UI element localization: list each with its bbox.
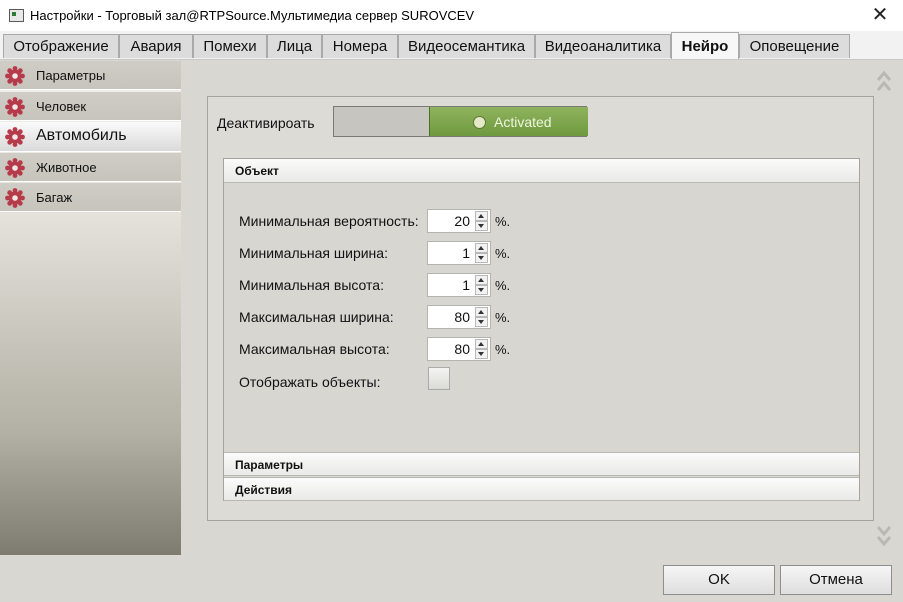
window-icon bbox=[9, 9, 24, 22]
spin-down-icon[interactable] bbox=[475, 285, 488, 295]
spinner-value[interactable]: 1 bbox=[462, 245, 470, 261]
spin-up-icon[interactable] bbox=[475, 243, 488, 253]
unit-label: %. bbox=[495, 214, 511, 229]
scroll-up-icon[interactable] bbox=[877, 68, 891, 96]
max-width-spinner[interactable]: 80 bbox=[427, 305, 491, 329]
max-height-label: Максимальная высота: bbox=[239, 341, 390, 357]
gear-icon bbox=[5, 188, 25, 208]
sidebar-item-animal[interactable]: Животное bbox=[0, 153, 181, 182]
sidebar: Параметры Человек Автомобиль Животное Ба… bbox=[0, 61, 181, 555]
spin-down-icon[interactable] bbox=[475, 349, 488, 359]
tab-alarm[interactable]: Авария bbox=[119, 34, 193, 58]
min-height-label: Минимальная высота: bbox=[239, 277, 384, 293]
sidebar-item-label: Человек bbox=[36, 99, 87, 114]
parameters-group-header[interactable]: Параметры bbox=[224, 452, 859, 476]
deactivate-label: Деактивироать bbox=[217, 115, 315, 131]
show-objects-label: Отображать объекты: bbox=[239, 374, 381, 390]
tab-plates[interactable]: Номера bbox=[322, 34, 398, 58]
spin-up-icon[interactable] bbox=[475, 339, 488, 349]
tab-video-semantics[interactable]: Видеосемантика bbox=[398, 34, 535, 58]
max-height-spinner[interactable]: 80 bbox=[427, 337, 491, 361]
close-button[interactable]: ✕ bbox=[857, 0, 903, 31]
sidebar-item-label: Параметры bbox=[36, 68, 106, 83]
unit-label: %. bbox=[495, 246, 511, 261]
cancel-button[interactable]: Отмена bbox=[780, 565, 892, 595]
activation-toggle[interactable]: Activated bbox=[333, 106, 588, 137]
sidebar-item-label: Багаж bbox=[36, 190, 73, 205]
gear-icon bbox=[5, 66, 25, 86]
tab-neuro[interactable]: Нейро bbox=[671, 32, 739, 59]
spinner-value[interactable]: 80 bbox=[454, 309, 470, 325]
scroll-down-icon[interactable] bbox=[877, 521, 891, 549]
spinner-value[interactable]: 20 bbox=[454, 213, 470, 229]
min-probability-spinner[interactable]: 20 bbox=[427, 209, 491, 233]
toggle-on-segment: Activated bbox=[429, 107, 588, 136]
spin-up-icon[interactable] bbox=[475, 211, 488, 221]
tab-interference[interactable]: Помехи bbox=[193, 34, 267, 58]
actions-group-header[interactable]: Действия bbox=[224, 477, 859, 501]
tab-display[interactable]: Отображение bbox=[3, 34, 119, 58]
status-dot-icon bbox=[473, 116, 486, 129]
min-width-label: Минимальная ширина: bbox=[239, 245, 388, 261]
sidebar-item-car[interactable]: Автомобиль bbox=[0, 122, 181, 152]
gear-icon bbox=[5, 97, 25, 117]
spin-down-icon[interactable] bbox=[475, 221, 488, 231]
window-title: Настройки - Торговый зал@RTPSource.Мульт… bbox=[30, 8, 475, 23]
spin-up-icon[interactable] bbox=[475, 307, 488, 317]
min-width-spinner[interactable]: 1 bbox=[427, 241, 491, 265]
spinner-value[interactable]: 80 bbox=[454, 341, 470, 357]
ok-button[interactable]: OK bbox=[663, 565, 775, 595]
max-width-label: Максимальная ширина: bbox=[239, 309, 394, 325]
object-group: Объект Параметры Действия bbox=[223, 158, 860, 501]
gear-icon bbox=[5, 158, 25, 178]
sidebar-item-label: Автомобиль bbox=[36, 127, 127, 144]
gear-icon bbox=[5, 127, 25, 147]
tab-bar: Отображение Авария Помехи Лица Номера Ви… bbox=[0, 31, 903, 60]
spin-down-icon[interactable] bbox=[475, 253, 488, 263]
spin-up-icon[interactable] bbox=[475, 275, 488, 285]
sidebar-item-luggage[interactable]: Багаж bbox=[0, 183, 181, 212]
tab-video-analytics[interactable]: Видеоаналитика bbox=[535, 34, 671, 58]
title-bar: Настройки - Торговый зал@RTPSource.Мульт… bbox=[0, 0, 903, 31]
tab-notification[interactable]: Оповещение bbox=[739, 34, 850, 58]
unit-label: %. bbox=[495, 310, 511, 325]
spin-down-icon[interactable] bbox=[475, 317, 488, 327]
min-height-spinner[interactable]: 1 bbox=[427, 273, 491, 297]
unit-label: %. bbox=[495, 278, 511, 293]
sidebar-item-person[interactable]: Человек bbox=[0, 92, 181, 121]
spinner-value[interactable]: 1 bbox=[462, 277, 470, 293]
show-objects-checkbox[interactable] bbox=[428, 367, 450, 390]
tab-faces[interactable]: Лица bbox=[267, 34, 322, 58]
min-probability-label: Минимальная вероятность: bbox=[239, 213, 419, 229]
object-group-header[interactable]: Объект bbox=[224, 159, 859, 183]
sidebar-item-parameters[interactable]: Параметры bbox=[0, 61, 181, 90]
toggle-state-text: Activated bbox=[494, 114, 552, 130]
unit-label: %. bbox=[495, 342, 511, 357]
sidebar-item-label: Животное bbox=[36, 160, 97, 175]
